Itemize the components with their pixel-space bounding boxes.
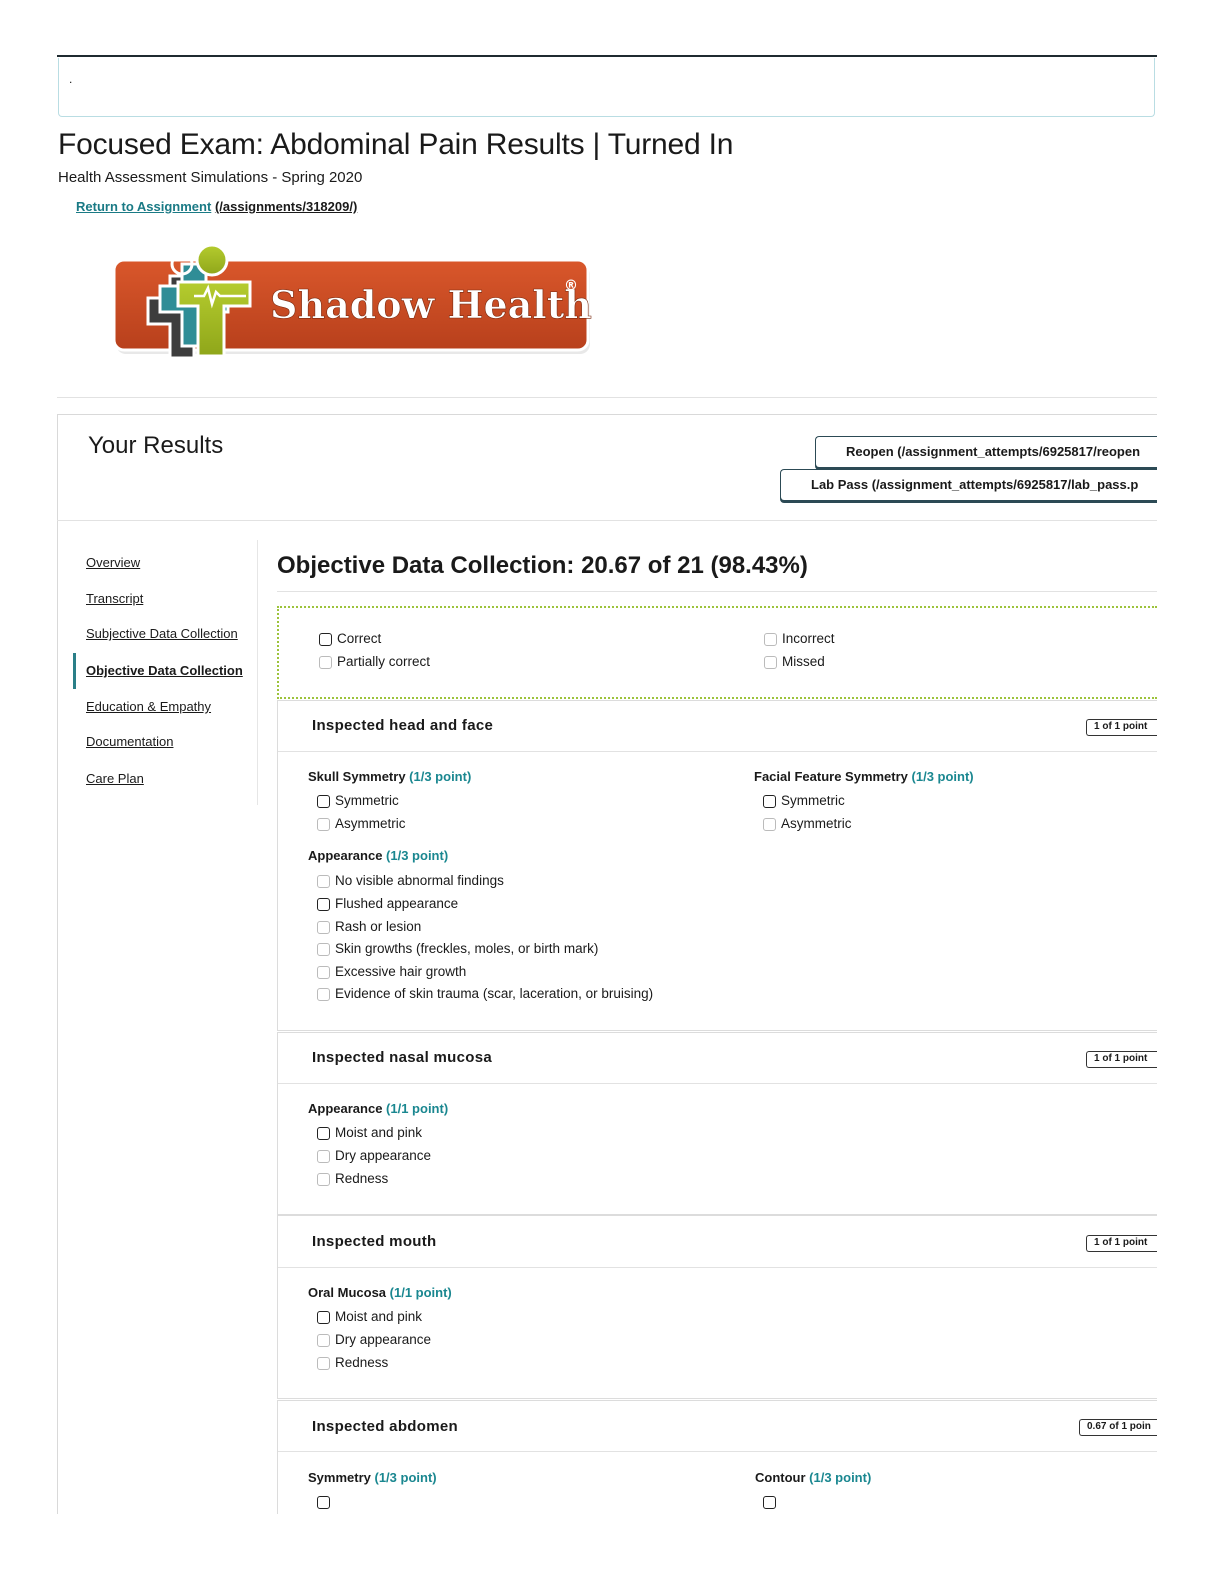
option-item: Dry appearance <box>317 1147 431 1165</box>
sidebar-item-documentation[interactable]: Documentation <box>86 734 173 749</box>
checkbox-icon <box>317 875 330 888</box>
legend-missed: Missed <box>764 653 825 671</box>
sidebar-item-transcript[interactable]: Transcript <box>86 591 143 606</box>
group-label: Contour (1/3 point) <box>755 1470 872 1485</box>
option-item: Symmetric <box>317 792 399 810</box>
sidebar-item-overview[interactable]: Overview <box>86 555 140 570</box>
group-label: Appearance (1/3 point) <box>308 848 449 863</box>
group-label: Appearance (1/1 point) <box>308 1101 449 1116</box>
section-divider <box>277 591 1157 592</box>
group-label: Facial Feature Symmetry (1/3 point) <box>754 769 974 784</box>
points-badge: 1 of 1 point <box>1086 1051 1157 1068</box>
group-label: Skull Symmetry (1/3 point) <box>308 769 472 784</box>
results-divider <box>57 520 1157 521</box>
group-label: Symmetry (1/3 point) <box>308 1470 437 1485</box>
active-indicator <box>73 653 76 689</box>
return-to-assignment-link[interactable]: Return to Assignment (/assignments/31820… <box>76 199 357 214</box>
results-title: Your Results <box>88 432 224 459</box>
checkbox-icon <box>317 795 330 808</box>
page-title: Focused Exam: Abdominal Pain Results | T… <box>58 128 734 161</box>
option-item: Flushed appearance <box>317 895 458 913</box>
legend-correct: Correct <box>319 630 381 648</box>
divider <box>57 397 1157 398</box>
checkbox-icon <box>763 818 776 831</box>
option-item <box>317 1493 335 1511</box>
option-item: Excessive hair growth <box>317 963 466 981</box>
option-item: No visible abnormal findings <box>317 872 504 890</box>
option-item: Asymmetric <box>317 815 406 833</box>
option-item: Asymmetric <box>763 815 852 833</box>
card-title: Inspected nasal mucosa <box>312 1049 493 1066</box>
finding-card-abdomen: Inspected abdomen 0.67 of 1 poin Symmetr… <box>277 1400 1157 1514</box>
points-badge: 1 of 1 point <box>1086 1235 1157 1252</box>
checkbox-icon <box>317 1334 330 1347</box>
svg-text:Shadow Health: Shadow Health <box>270 282 592 327</box>
sidebar-nav: Overview Transcript Subjective Data Coll… <box>73 540 258 805</box>
group-label: Oral Mucosa (1/1 point) <box>308 1285 452 1300</box>
return-link-label[interactable]: Return to Assignment <box>76 199 211 214</box>
legend-partial: Partially correct <box>319 653 430 671</box>
option-item: Skin growths (freckles, moles, or birth … <box>317 940 598 958</box>
option-item: Redness <box>317 1354 388 1372</box>
option-item <box>763 1493 781 1511</box>
checkbox-icon <box>317 818 330 831</box>
shadow-health-logo: Shadow Health ® <box>112 242 592 370</box>
checkbox-icon <box>763 795 776 808</box>
card-title: Inspected mouth <box>312 1233 437 1250</box>
checkbox-icon <box>317 988 330 1001</box>
checkbox-icon <box>317 1496 330 1509</box>
notice-banner: . <box>58 58 1155 117</box>
top-divider <box>57 55 1157 57</box>
checkbox-icon <box>317 966 330 979</box>
sidebar-item-care-plan[interactable]: Care Plan <box>86 771 144 786</box>
sidebar-item-subjective-data-collection[interactable]: Subjective Data Collection <box>86 626 238 641</box>
sidebar-item-objective-data-collection[interactable]: Objective Data Collection <box>86 663 243 678</box>
card-divider <box>278 751 1157 752</box>
section-title: Objective Data Collection: 20.67 of 21 (… <box>277 552 808 579</box>
option-item: Moist and pink <box>317 1124 422 1142</box>
card-divider <box>278 1083 1157 1084</box>
finding-card-mouth: Inspected mouth 1 of 1 point Oral Mucosa… <box>277 1215 1157 1399</box>
card-divider <box>278 1267 1157 1268</box>
svg-text:®: ® <box>564 278 578 294</box>
finding-card-nasal-mucosa: Inspected nasal mucosa 1 of 1 point Appe… <box>277 1032 1157 1215</box>
option-item: Symmetric <box>763 792 845 810</box>
checkbox-icon <box>317 921 330 934</box>
lab-pass-button[interactable]: Lab Pass (/assignment_attempts/6925817/l… <box>780 469 1157 501</box>
legend-partial-label: Partially correct <box>337 654 431 669</box>
card-divider <box>278 1451 1157 1452</box>
checkbox-icon <box>317 1150 330 1163</box>
checkbox-icon <box>317 943 330 956</box>
checkbox-icon <box>317 1311 330 1324</box>
checkbox-icon <box>319 656 332 669</box>
legend: Correct Partially correct Incorrect Miss… <box>277 606 1157 699</box>
option-item: Rash or lesion <box>317 918 421 936</box>
checkbox-icon <box>763 1496 776 1509</box>
checkbox-icon <box>317 898 330 911</box>
checkbox-icon <box>317 1127 330 1140</box>
card-title: Inspected abdomen <box>312 1418 458 1435</box>
checkbox-icon <box>764 656 777 669</box>
finding-card-head-face: Inspected head and face 1 of 1 point Sku… <box>277 700 1157 1031</box>
return-link-url[interactable]: (/assignments/318209/) <box>215 199 357 214</box>
reopen-button[interactable]: Reopen (/assignment_attempts/6925817/reo… <box>815 436 1157 468</box>
shadow-health-logo-icon: Shadow Health ® <box>112 243 592 360</box>
legend-missed-label: Missed <box>782 654 825 669</box>
sidebar-item-education-empathy[interactable]: Education & Empathy <box>86 699 211 714</box>
option-item: Moist and pink <box>317 1308 422 1326</box>
option-item: Redness <box>317 1170 388 1188</box>
checkbox-icon <box>319 633 332 646</box>
legend-incorrect: Incorrect <box>764 630 835 648</box>
option-item: Dry appearance <box>317 1331 431 1349</box>
legend-incorrect-label: Incorrect <box>782 631 835 646</box>
points-badge: 0.67 of 1 poin <box>1079 1419 1157 1436</box>
legend-correct-label: Correct <box>337 631 382 646</box>
course-subtitle: Health Assessment Simulations - Spring 2… <box>58 169 363 186</box>
points-badge: 1 of 1 point <box>1086 719 1157 736</box>
checkbox-icon <box>317 1173 330 1186</box>
checkbox-icon <box>764 633 777 646</box>
card-title: Inspected head and face <box>312 717 494 734</box>
checkbox-icon <box>317 1357 330 1370</box>
option-item: Evidence of skin trauma (scar, laceratio… <box>317 985 653 1003</box>
